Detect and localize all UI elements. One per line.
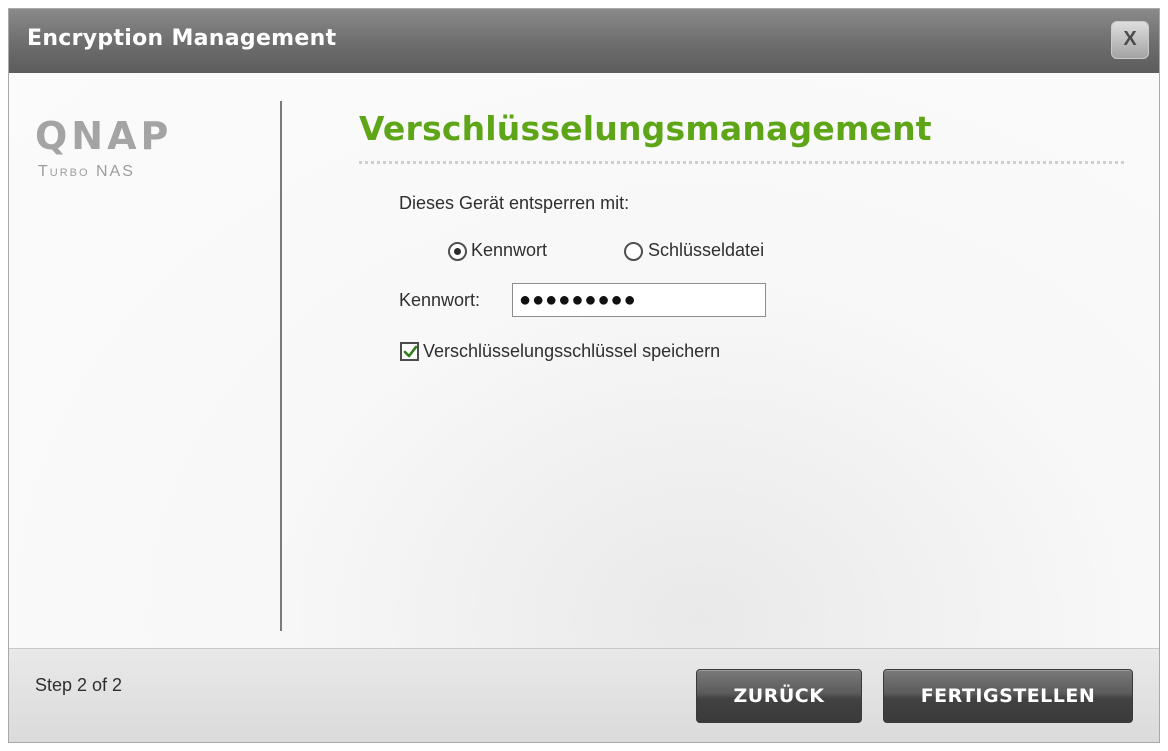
qnap-logo: QNAP: [35, 111, 235, 171]
unlock-prompt: Dieses Gerät entsperren mit:: [399, 193, 630, 213]
encryption-dialog: Encryption Management X QNAP Turbo NAS V…: [8, 8, 1160, 743]
radio-password[interactable]: [448, 242, 467, 261]
close-icon: X: [1123, 28, 1137, 50]
dialog-title: Encryption Management: [27, 26, 337, 51]
radio-password-label[interactable]: Kennwort: [471, 240, 547, 261]
back-button[interactable]: ZURÜCK: [696, 669, 862, 723]
vertical-divider: [280, 101, 282, 631]
password-input[interactable]: ●●●●●●●●●: [512, 283, 766, 317]
checkmark-icon: [403, 345, 418, 358]
dialog-footer: Step 2 of 2 ZURÜCK FERTIGSTELLEN: [9, 648, 1159, 742]
dotted-separator: [359, 161, 1124, 164]
title-bar: Encryption Management X: [9, 9, 1159, 73]
logo-subtitle: Turbo NAS: [38, 163, 135, 180]
save-key-label[interactable]: Verschlüsselungsschlüssel speichern: [423, 341, 720, 362]
radio-selected-dot: [454, 248, 461, 255]
step-indicator: Step 2 of 2: [35, 675, 123, 695]
content-area: QNAP Turbo NAS Verschlüsselungsmanagemen…: [9, 73, 1159, 648]
close-button[interactable]: X: [1111, 21, 1149, 59]
page-heading: Verschlüsselungsmanagement: [359, 109, 932, 148]
logo-wordmark: QNAP: [35, 114, 172, 158]
save-key-checkbox[interactable]: [400, 342, 419, 361]
radio-keyfile[interactable]: [624, 242, 643, 261]
finish-button[interactable]: FERTIGSTELLEN: [883, 669, 1133, 723]
radio-keyfile-label[interactable]: Schlüsseldatei: [648, 240, 764, 261]
password-label: Kennwort:: [399, 290, 481, 310]
